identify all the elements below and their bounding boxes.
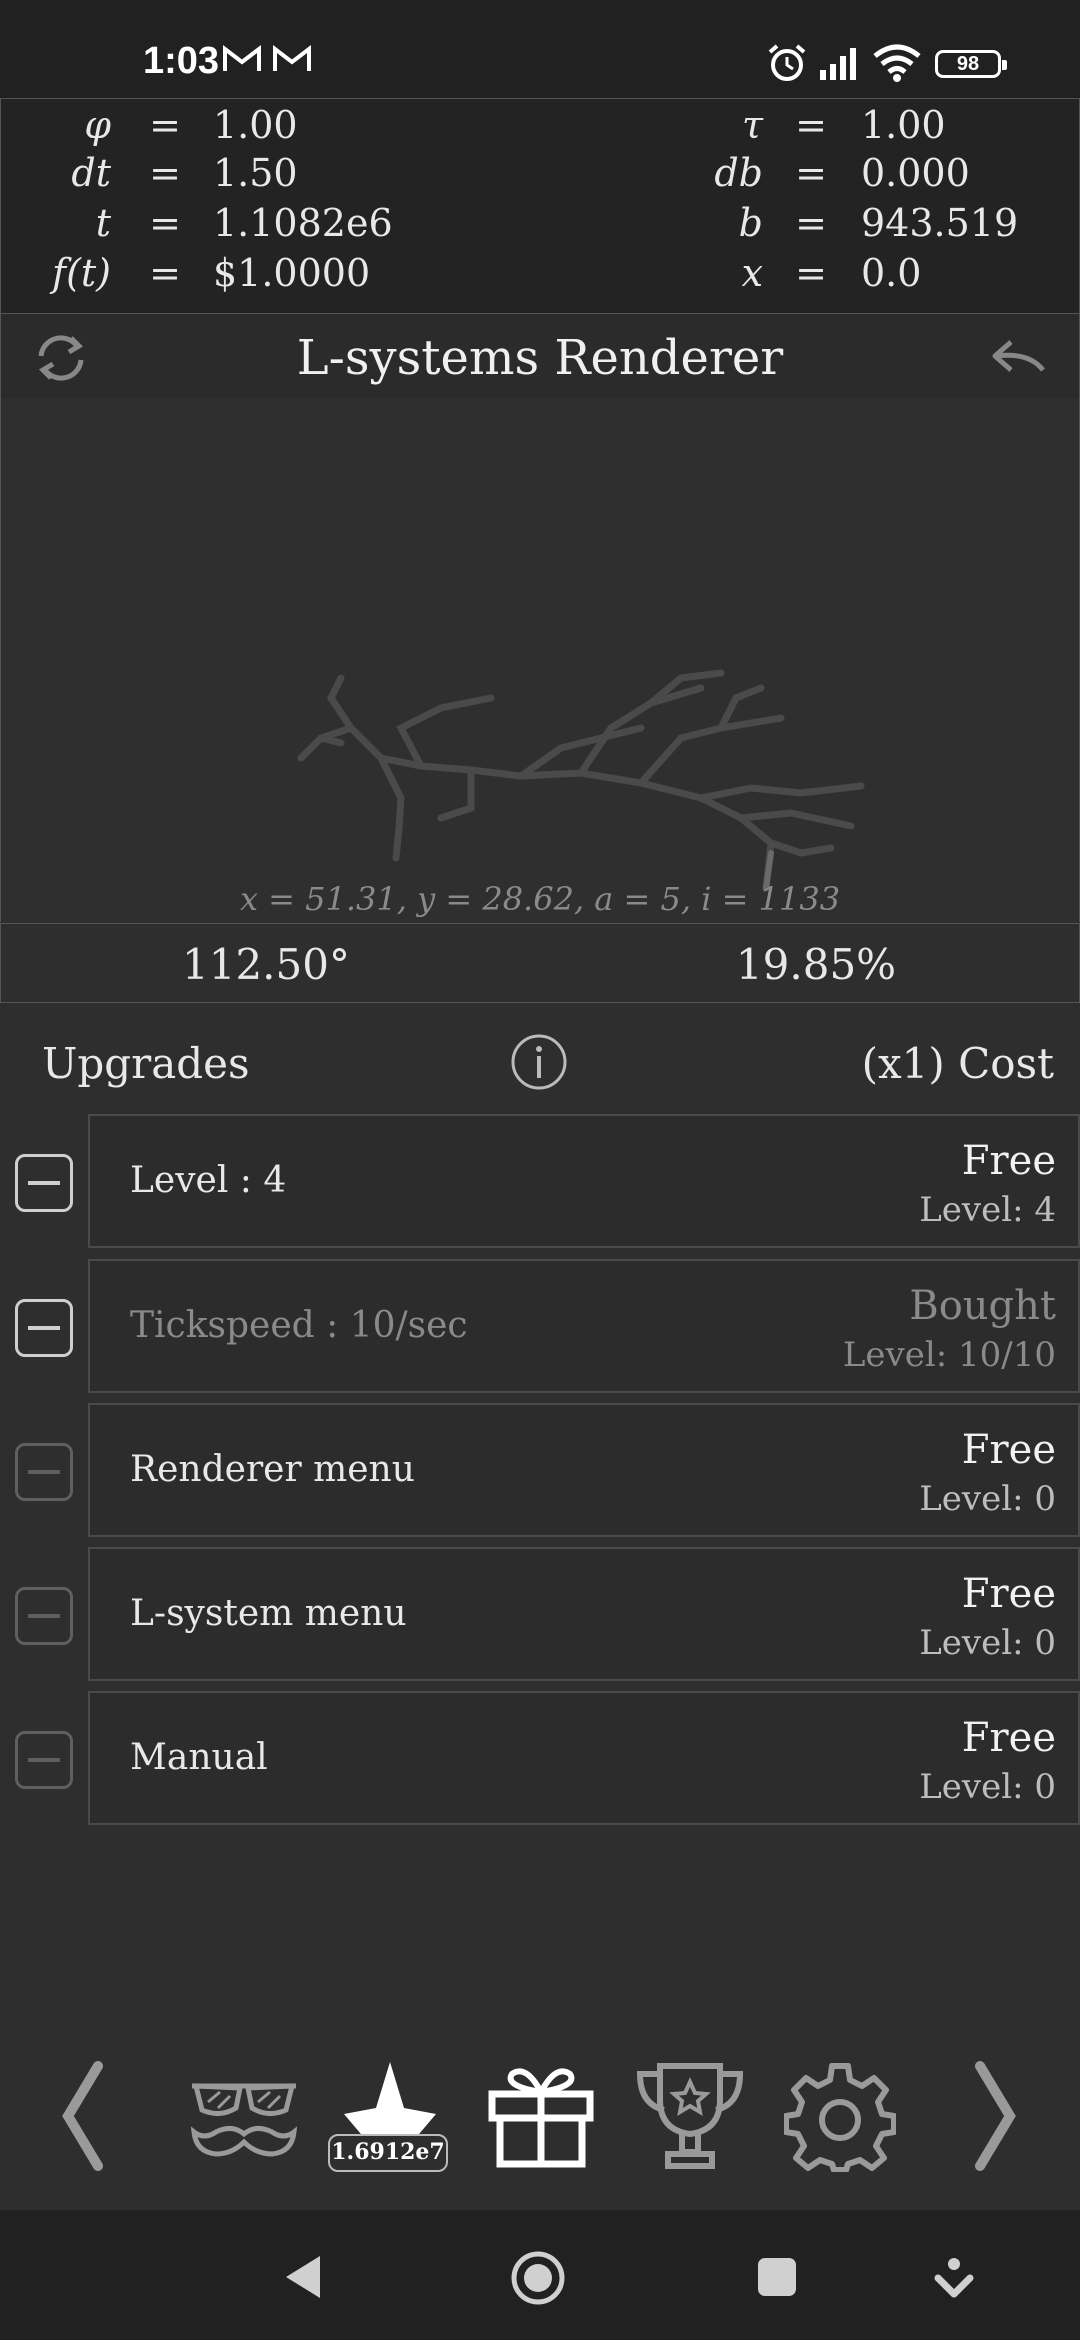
keyboard-hide-icon[interactable] xyxy=(934,2256,974,2300)
wifi-icon xyxy=(873,44,921,82)
upgrades-header: Upgrades (x1) Cost xyxy=(0,1003,1080,1123)
equals-sign: = xyxy=(795,201,827,245)
minus-button[interactable] xyxy=(15,1154,73,1212)
gmail-icon-2 xyxy=(273,44,311,71)
back-arrow-icon[interactable] xyxy=(989,328,1049,388)
glasses-mustache-icon[interactable] xyxy=(186,2074,302,2166)
var-value: 0.000 xyxy=(861,151,970,195)
gear-icon[interactable] xyxy=(784,2060,896,2172)
trophy-icon[interactable] xyxy=(634,2060,746,2172)
upgrade-price: Bought xyxy=(909,1283,1056,1329)
alarm-icon xyxy=(768,44,806,81)
var-name: db xyxy=(714,151,763,195)
upgrade-price: Free xyxy=(961,1571,1056,1617)
chevron-right-icon[interactable] xyxy=(970,2060,1020,2172)
right-var-row: τ = 1.00 xyxy=(1,101,1079,149)
var-name: τ xyxy=(741,103,763,147)
upgrade-card-level[interactable]: Level : 4 Free Level: 4 xyxy=(88,1114,1080,1248)
upgrade-row-lsystem-menu: L-system menu Free Level: 0 xyxy=(0,1547,1080,1683)
info-icon[interactable] xyxy=(510,1033,568,1091)
recents-square-icon[interactable] xyxy=(756,2256,798,2298)
upgrade-name: Level : 4 xyxy=(130,1160,287,1201)
var-value: 943.519 xyxy=(861,201,1019,245)
var-name: b xyxy=(738,201,763,245)
equals-sign: = xyxy=(795,151,827,195)
system-navigation-bar xyxy=(0,2210,1080,2340)
right-var-row: db = 0.000 xyxy=(1,149,1079,197)
back-triangle-icon[interactable] xyxy=(280,2252,326,2302)
upgrade-name: L-system menu xyxy=(130,1593,407,1634)
upgrades-title: Upgrades xyxy=(42,1039,250,1088)
home-circle-icon[interactable] xyxy=(510,2250,566,2306)
variables-panel: φ = 1.00 dt = 1.50 t = 1.1082e6 f(t) = $1.0000 τ = 1.0… xyxy=(0,98,1080,314)
minus-button[interactable] xyxy=(15,1443,73,1501)
right-var-row: x = 0.0 xyxy=(1,249,1079,297)
upgrade-level: Level: 10/10 xyxy=(842,1335,1056,1375)
tau-value-badge: 1.6912e7 xyxy=(328,2134,448,2172)
minus-button[interactable] xyxy=(15,1587,73,1645)
minus-button[interactable] xyxy=(15,1731,73,1789)
gmail-icon xyxy=(223,44,261,71)
cursor-coordinates: x = 51.31, y = 28.62, a = 5, i = 1133 xyxy=(239,880,841,918)
equals-sign: = xyxy=(795,251,827,295)
cost-multiplier[interactable]: (x1) Cost xyxy=(862,1039,1054,1088)
upgrade-name: Manual xyxy=(130,1737,268,1778)
signal-icon xyxy=(820,48,856,80)
render-stats-bar: 112.50° 19.85% xyxy=(0,923,1080,1003)
upgrade-price: Free xyxy=(961,1715,1056,1761)
upgrade-name: Tickspeed : 10/sec xyxy=(130,1305,468,1346)
lsystem-tree-drawing xyxy=(297,669,865,892)
renderer-title-bar: L-systems Renderer xyxy=(0,313,1080,399)
upgrade-row-level: Level : 4 Free Level: 4 xyxy=(0,1114,1080,1250)
var-name: x xyxy=(741,251,763,295)
upgrade-level: Level: 0 xyxy=(919,1479,1056,1519)
var-value: 1.00 xyxy=(861,103,946,147)
upgrade-row-renderer-menu: Renderer menu Free Level: 0 xyxy=(0,1403,1080,1539)
upgrade-price: Free xyxy=(961,1427,1056,1473)
angle-value: 112.50° xyxy=(182,940,350,989)
upgrade-row-tickspeed: Tickspeed : 10/sec Bought Level: 10/10 xyxy=(0,1259,1080,1395)
bottom-navigation: 1.6912e7 xyxy=(0,2040,1080,2230)
progress-value: 19.85% xyxy=(735,940,897,989)
battery-indicator: 98 xyxy=(935,50,1007,78)
equals-sign: = xyxy=(795,103,827,147)
upgrade-card-lsystem-menu[interactable]: L-system menu Free Level: 0 xyxy=(88,1547,1080,1681)
render-canvas[interactable]: x = 51.31, y = 28.62, a = 5, i = 1133 xyxy=(0,398,1080,922)
upgrade-card-manual[interactable]: Manual Free Level: 0 xyxy=(88,1691,1080,1825)
upgrade-name: Renderer menu xyxy=(130,1449,415,1490)
upgrade-level: Level: 4 xyxy=(919,1190,1056,1230)
status-bar: 1:03 98 xyxy=(0,0,1080,98)
var-value: 0.0 xyxy=(861,251,922,295)
page-title: L-systems Renderer xyxy=(296,330,784,386)
upgrade-card-tickspeed[interactable]: Tickspeed : 10/sec Bought Level: 10/10 xyxy=(88,1259,1080,1393)
chevron-left-icon[interactable] xyxy=(58,2060,108,2172)
gift-icon[interactable] xyxy=(486,2060,596,2170)
upgrade-card-renderer-menu[interactable]: Renderer menu Free Level: 0 xyxy=(88,1403,1080,1537)
upgrade-level: Level: 0 xyxy=(919,1623,1056,1663)
minus-button[interactable] xyxy=(15,1299,73,1357)
upgrade-price: Free xyxy=(961,1138,1056,1184)
status-time: 1:03 xyxy=(143,40,220,82)
upgrade-level: Level: 0 xyxy=(919,1767,1056,1807)
right-var-row: b = 943.519 xyxy=(1,199,1079,247)
upgrade-row-manual: Manual Free Level: 0 xyxy=(0,1691,1080,1827)
